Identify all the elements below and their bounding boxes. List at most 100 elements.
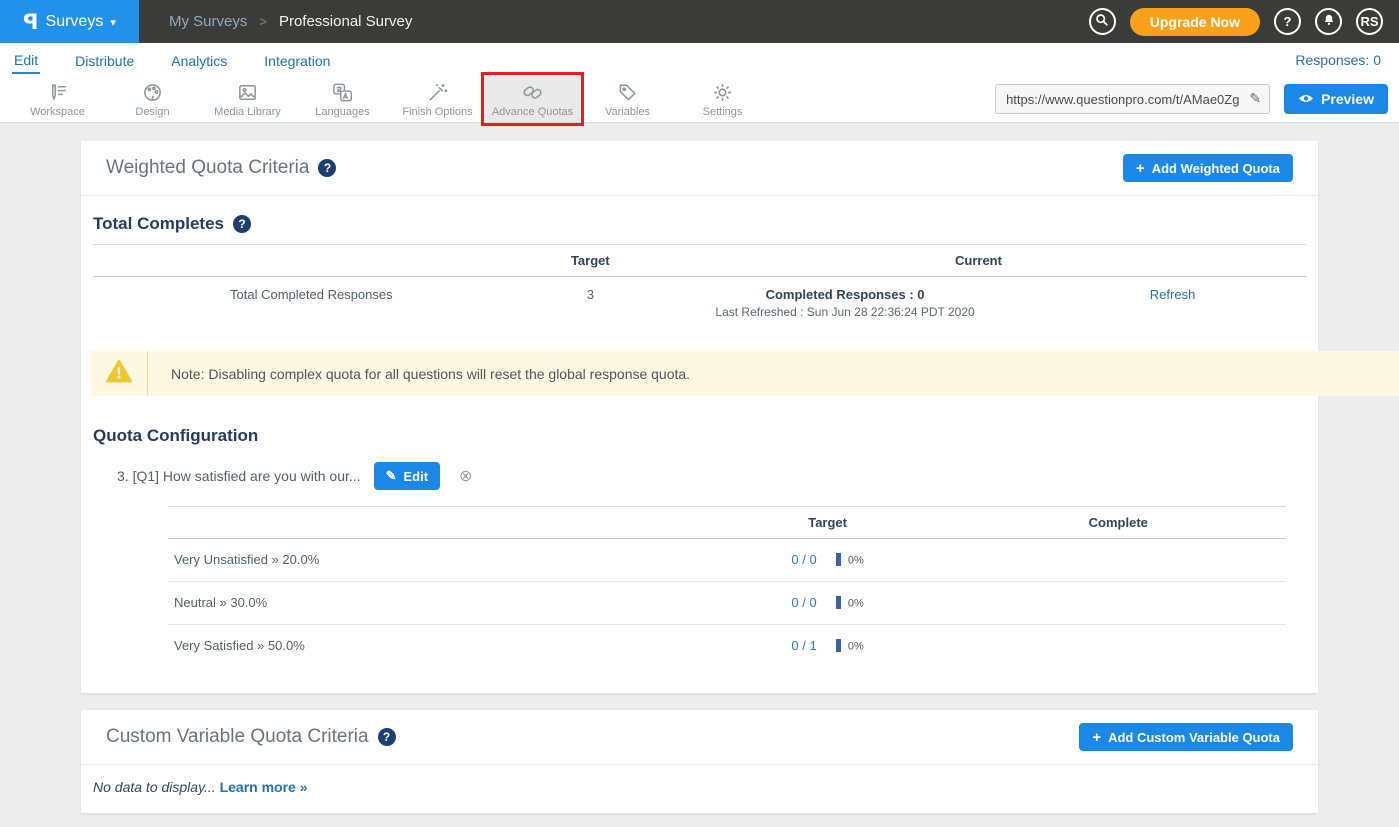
eye-icon	[1298, 91, 1314, 107]
toolbar-item-label: Advance Quotas	[492, 106, 573, 118]
last-refreshed-timestamp: Last Refreshed : Sun Jun 28 22:36:24 PDT…	[657, 305, 1033, 319]
toolbar-item-languages[interactable]: Languages	[295, 76, 390, 122]
learn-more-link[interactable]: Learn more »	[220, 779, 308, 795]
answer-option-label: Very Unsatisfied » 20.0%	[168, 539, 705, 582]
weighted-quota-title: Weighted Quota Criteria	[106, 157, 309, 179]
tab-integration[interactable]: Integration	[262, 47, 332, 73]
gear-icon	[711, 81, 734, 104]
search-button[interactable]	[1089, 8, 1116, 35]
custom-variable-quota-header: Custom Variable Quota Criteria ? + Add C…	[81, 710, 1318, 765]
completed-responses-value: Completed Responses : 0	[657, 287, 1033, 302]
page: P Surveys ▾ My Surveys > Professional Su…	[0, 0, 1399, 827]
preview-button[interactable]: Preview	[1284, 84, 1388, 114]
help-icon[interactable]: ?	[233, 215, 251, 233]
target-column-header: Target	[705, 507, 951, 539]
add-custom-variable-quota-label: Add Custom Variable Quota	[1108, 730, 1280, 745]
quota-percent: 0%	[848, 598, 864, 610]
avatar[interactable]: RS	[1356, 8, 1383, 35]
topbar-actions: Upgrade Now ? RS	[1089, 8, 1399, 36]
add-weighted-quota-label: Add Weighted Quota	[1152, 161, 1280, 176]
total-completed-responses-label: Total Completed Responses	[93, 277, 530, 330]
table-row: Very Unsatisfied » 20.0% 0 / 0 0%	[168, 539, 1286, 582]
complete-cell	[951, 625, 1286, 668]
chevron-right-icon: >	[259, 14, 267, 29]
total-completes-title: Total Completes	[93, 214, 224, 234]
no-data-text: No data to display...	[93, 779, 216, 795]
help-button[interactable]: ?	[1274, 8, 1301, 35]
add-custom-variable-quota-button[interactable]: + Add Custom Variable Quota	[1079, 723, 1293, 751]
progress-bar	[836, 639, 841, 652]
tab-analytics[interactable]: Analytics	[169, 47, 229, 73]
table-row: Very Satisfied » 50.0% 0 / 1 0%	[168, 625, 1286, 668]
total-completes-heading: Total Completes ?	[93, 214, 1306, 234]
quota-target-value[interactable]: 0 / 0	[791, 552, 816, 567]
top-bar: P Surveys ▾ My Surveys > Professional Su…	[0, 0, 1399, 43]
target-column-header: Target	[530, 245, 651, 277]
palette-icon	[141, 81, 164, 104]
answer-option-label: Very Satisfied » 50.0%	[168, 625, 705, 668]
answer-option-label: Neutral » 30.0%	[168, 582, 705, 625]
total-completes-table: Target Current Total Completed Responses…	[93, 244, 1306, 329]
chevron-down-icon: ▾	[110, 16, 116, 29]
quota-table-wrap: Target Complete Very Unsatisfied » 20.0%…	[168, 506, 1286, 667]
quota-note-text: Note: Disabling complex quota for all qu…	[148, 351, 690, 396]
tab-edit[interactable]: Edit	[12, 46, 40, 74]
toolbar-item-finish-options[interactable]: Finish Options	[390, 76, 485, 122]
edit-url-pencil-icon[interactable]: ✎	[1249, 90, 1261, 107]
edit-question-quota-button[interactable]: ✎ Edit	[374, 462, 440, 490]
toolbar-item-variables[interactable]: Variables	[580, 76, 675, 122]
table-row: Neutral » 30.0% 0 / 0 0%	[168, 582, 1286, 625]
toolbar-item-label: Languages	[315, 106, 369, 118]
weighted-quota-body: Total Completes ? Target Current	[81, 196, 1318, 693]
question-label: 3. [Q1] How satisfied are you with our..…	[117, 468, 361, 484]
tag-icon	[616, 81, 639, 104]
complete-cell	[951, 582, 1286, 625]
toolbar-item-label: Workspace	[30, 106, 85, 118]
toolbar-right: ✎ Preview	[995, 76, 1399, 122]
quota-target-value[interactable]: 0 / 0	[791, 595, 816, 610]
breadcrumb-my-surveys[interactable]: My Surveys	[169, 13, 247, 30]
product-label: Surveys	[46, 13, 104, 31]
upgrade-now-button[interactable]: Upgrade Now	[1130, 8, 1260, 36]
bell-icon	[1322, 13, 1336, 30]
quota-configuration-title: Quota Configuration	[93, 426, 258, 446]
toolbar-item-design[interactable]: Design	[105, 76, 200, 122]
quota-target-value[interactable]: 0 / 1	[791, 638, 816, 653]
tab-distribute[interactable]: Distribute	[73, 47, 136, 73]
toolbar-item-label: Design	[135, 106, 169, 118]
surveys-product-menu[interactable]: P Surveys ▾	[0, 0, 139, 43]
quota-configuration-table: Target Complete Very Unsatisfied » 20.0%…	[168, 506, 1286, 667]
notifications-button[interactable]	[1315, 8, 1342, 35]
preview-label: Preview	[1321, 91, 1374, 107]
toolbar-item-workspace[interactable]: Workspace	[10, 76, 105, 122]
breadcrumb: My Surveys > Professional Survey	[169, 13, 412, 30]
custom-variable-quota-title-row: Custom Variable Quota Criteria ?	[106, 726, 396, 748]
plus-icon: +	[1136, 160, 1145, 177]
edit-toolbar: Workspace Design Media Library Languages…	[0, 76, 1399, 123]
quota-percent: 0%	[848, 641, 864, 653]
toolbar-item-label: Variables	[605, 106, 650, 118]
image-icon	[236, 81, 259, 104]
add-weighted-quota-button[interactable]: + Add Weighted Quota	[1123, 154, 1293, 182]
help-icon[interactable]: ?	[318, 159, 336, 177]
help-icon[interactable]: ?	[378, 728, 396, 746]
workspace-icon	[46, 81, 69, 104]
refresh-link[interactable]: Refresh	[1150, 287, 1196, 302]
quota-question-row: 3. [Q1] How satisfied are you with our..…	[117, 462, 1306, 490]
empty-header	[168, 507, 705, 539]
toolbar-item-advance-quotas[interactable]: Advance Quotas	[485, 76, 580, 122]
toolbar-item-media-library[interactable]: Media Library	[200, 76, 295, 122]
translate-icon	[331, 81, 354, 104]
toolbar-item-label: Media Library	[214, 106, 281, 118]
remove-quota-icon[interactable]: ⊗	[459, 466, 472, 486]
current-cell: Completed Responses : 0 Last Refreshed :…	[651, 277, 1039, 330]
survey-url-input[interactable]	[995, 84, 1270, 114]
breadcrumb-current-survey: Professional Survey	[279, 13, 412, 30]
toolbar-item-settings[interactable]: Settings	[675, 76, 770, 122]
main-nav: Edit Distribute Analytics Integration Re…	[0, 43, 1399, 76]
responses-count[interactable]: Responses: 0	[1295, 52, 1381, 68]
plus-icon: +	[1092, 729, 1101, 746]
progress-bar	[836, 553, 841, 566]
pencil-icon: ✎	[386, 468, 397, 484]
empty-header	[93, 245, 530, 277]
